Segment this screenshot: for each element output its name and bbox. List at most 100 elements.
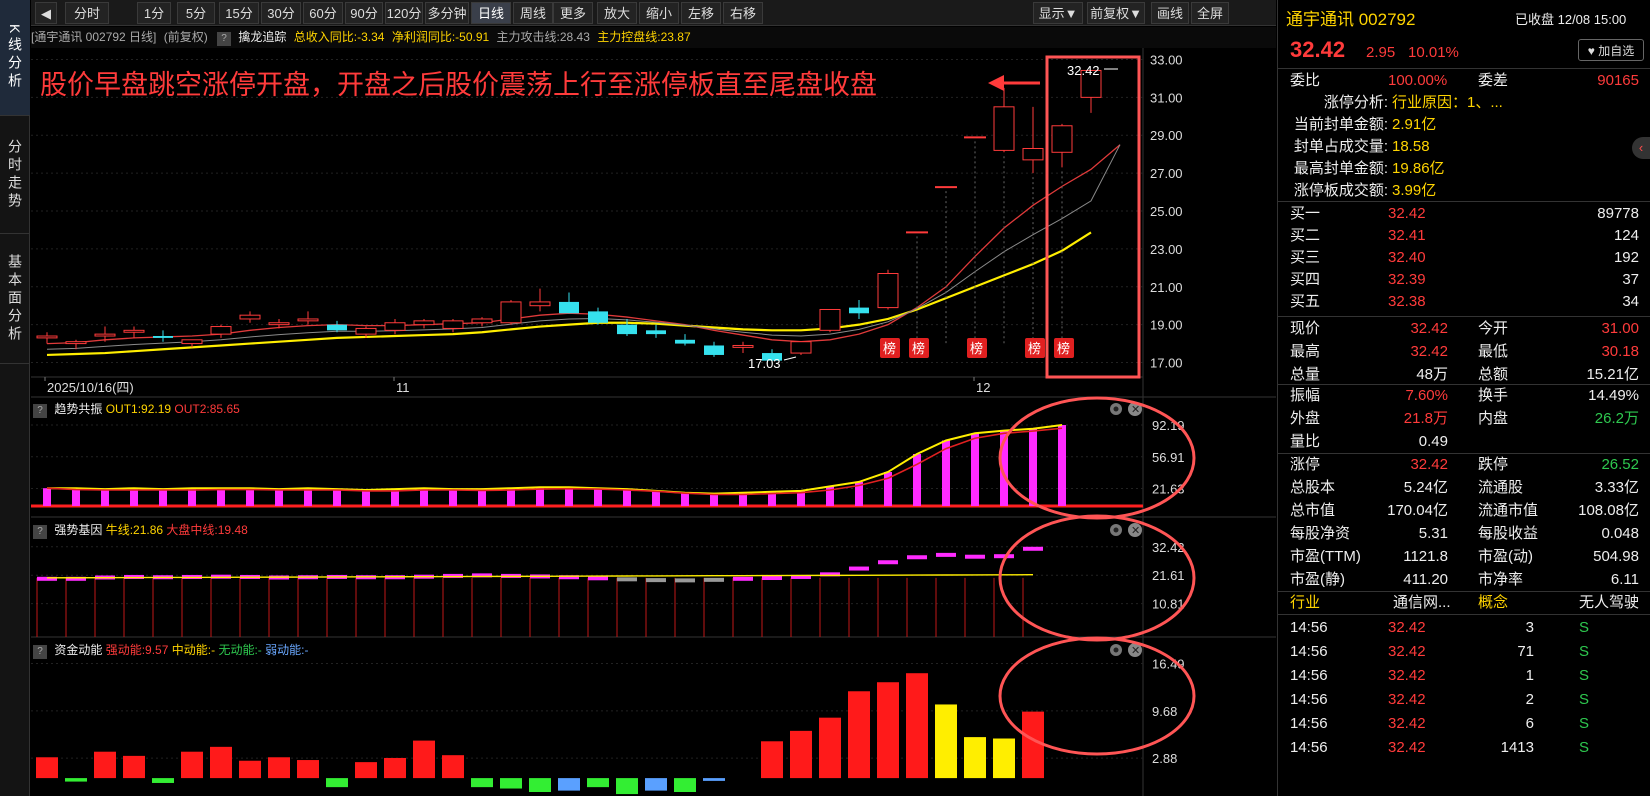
price-change-pct: 10.01%: [1408, 44, 1459, 61]
panel3-bar-0: [36, 757, 58, 779]
trade-row: 14:56 32.42 6 S: [1278, 712, 1650, 736]
quote-value-b: 无人驾驶: [1578, 594, 1639, 611]
panel3-bar-0: [210, 746, 232, 779]
panel1-bar: [159, 489, 167, 506]
quote-label-b: 今开: [1478, 320, 1509, 337]
panel1-out1-line: [47, 424, 1063, 495]
limit-row: 涨停分析: 行业原因：1、...: [1278, 92, 1650, 114]
panel1-bar: [43, 488, 51, 506]
quote-value-b: 504.98: [1593, 548, 1639, 565]
panel1-bar: [681, 492, 689, 506]
panel2-tick: 21.61: [1152, 568, 1185, 583]
quote-label-b: 概念: [1478, 594, 1509, 611]
panel3-bar-2: [65, 778, 87, 782]
panel3-bar-2: [471, 778, 493, 788]
trade-price: 32.42: [1388, 667, 1426, 684]
date-label: 2025/10/16(四): [47, 380, 134, 395]
close-icon-glyph: ✕: [1131, 404, 1140, 416]
quote-value-a: 21.8万: [1403, 410, 1448, 427]
expand-panel-icon[interactable]: ‹: [1632, 137, 1650, 159]
limit-value: 18.58: [1392, 138, 1430, 155]
trade-volume: 71: [1517, 643, 1534, 660]
rank-badge-label: 榜: [912, 341, 925, 356]
panel1-bar: [449, 489, 457, 506]
panel1-bar: [913, 454, 921, 506]
limit-value: 行业原因：1、...: [1392, 94, 1503, 111]
panel1-bar: [652, 490, 660, 506]
weibi-value: 100.00%: [1388, 72, 1448, 89]
quote-value-a: 32.42: [1410, 456, 1448, 473]
price-tick: 33.00: [1150, 52, 1183, 67]
quote-value-a: 1121.8: [1403, 548, 1448, 565]
panel1-bar: [971, 433, 979, 506]
panel3-bar-1: [935, 704, 957, 779]
high-price-label: 32.42: [1067, 63, 1100, 78]
quote-row: 最高 32.42 最低 30.18: [1278, 341, 1650, 363]
panel3-bar-0: [819, 717, 841, 779]
quote-label-b: 跌停: [1478, 456, 1509, 473]
limit-value: 19.86亿: [1392, 160, 1445, 177]
separator: [1278, 453, 1650, 454]
quote-row: 涨停 32.42 跌停 26.52: [1278, 454, 1650, 476]
panel1-bar: [1058, 425, 1066, 506]
highlight-ellipse-3: [998, 636, 1196, 756]
bid-row: 买四 32.39 37: [1278, 269, 1650, 291]
trade-row: 14:56 32.42 1 S: [1278, 664, 1650, 688]
trade-price: 32.42: [1388, 739, 1426, 756]
panel3-bar-3: [645, 778, 667, 791]
quote-row: 市盈(静) 411.20 市净率 6.11: [1278, 569, 1650, 591]
quote-value-b: 26.2万: [1594, 410, 1639, 427]
bid-label: 买一: [1290, 205, 1321, 222]
candle-body: [559, 301, 579, 314]
panel3-bar-0: [297, 760, 319, 779]
quote-label-a: 每股净资: [1290, 525, 1351, 542]
date-label: 12: [976, 380, 990, 395]
panel1-bar: [275, 489, 283, 506]
panel2-bar: [849, 566, 869, 571]
panel3-bar-0: [848, 691, 870, 779]
panel3-bar-0: [239, 760, 261, 779]
quote-value-b: 14.49%: [1588, 387, 1639, 404]
quote-label-a: 现价: [1290, 320, 1321, 337]
panel3-bar-0: [123, 755, 145, 779]
panel3-bar-3: [558, 778, 580, 791]
trade-row: 14:56 32.42 71 S: [1278, 640, 1650, 664]
panel3-bar-0: [181, 751, 203, 779]
quote-label-a: 总市值: [1290, 502, 1336, 519]
ma-gray-line: [46, 144, 1121, 350]
quote-value-b: 30.18: [1601, 343, 1639, 360]
bid-price: 32.41: [1388, 227, 1426, 244]
candle-body: [819, 308, 841, 331]
trade-time: 14:56: [1290, 739, 1328, 756]
candle-body: [877, 273, 899, 309]
stock-title: 通宇通讯 002792: [1286, 10, 1416, 29]
quote-value-a: 5.31: [1418, 525, 1448, 542]
weicha-value: 90165: [1597, 72, 1639, 89]
panel3-bar-2: [674, 778, 696, 792]
panel3-bar-2: [616, 778, 638, 795]
price-tick: 19.00: [1150, 318, 1183, 333]
add-favorite-button[interactable]: ♥ 加自选: [1578, 39, 1644, 61]
candle-body: [413, 320, 435, 326]
quote-row: 总量 48万 总额 15.21亿: [1278, 364, 1650, 386]
candle-body: [355, 327, 377, 335]
quote-label-b: 换手: [1478, 387, 1509, 404]
quote-value-b: 6.11: [1610, 571, 1639, 588]
weibi-label: 委比: [1290, 72, 1321, 89]
limit-value: 2.91亿: [1392, 116, 1437, 133]
panel3-tick: 2.88: [1152, 751, 1177, 766]
bid-price: 32.38: [1388, 293, 1426, 310]
trade-side: S: [1579, 739, 1590, 756]
quote-label-a: 振幅: [1290, 387, 1321, 404]
panel3-bar-0: [268, 757, 290, 779]
quote-value-a: 411.20: [1403, 571, 1448, 588]
trade-volume: 2: [1525, 691, 1534, 708]
quote-label-b: 流通股: [1478, 479, 1524, 496]
kline-chart[interactable]: 33.00 31.00 29.00 27.00 25.00 23.00 21.00 19.00…: [0, 0, 1276, 796]
quote-row: 现价 32.42 今开 31.00: [1278, 318, 1650, 340]
separator: [1278, 614, 1650, 615]
candle-body: [1051, 125, 1073, 153]
quote-label-a: 外盘: [1290, 410, 1321, 427]
last-price: 32.42: [1290, 37, 1346, 62]
candle-body: [123, 329, 145, 333]
